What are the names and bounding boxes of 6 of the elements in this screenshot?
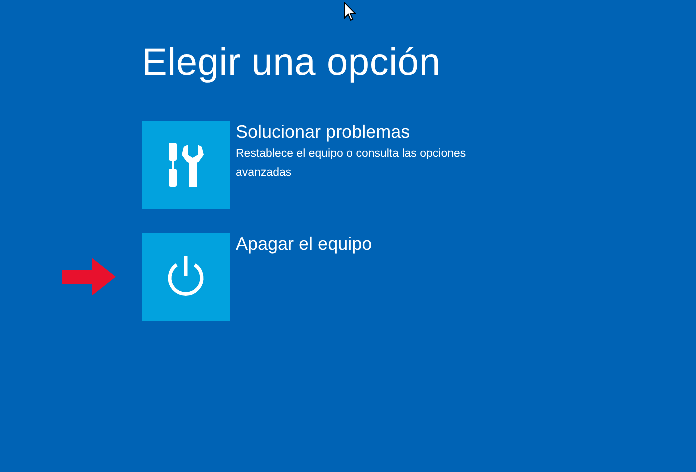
- option-button[interactable]: Apagar el equipo: [142, 233, 696, 321]
- arrow-icon: [62, 258, 116, 296]
- mouse-cursor-icon: [344, 2, 357, 22]
- tools-icon: [166, 141, 206, 189]
- page-heading: Elegir una opción: [142, 42, 442, 85]
- option-button[interactable]: Solucionar problemas Restablece el equipo o consulta las opciones avanzadas: [142, 121, 696, 209]
